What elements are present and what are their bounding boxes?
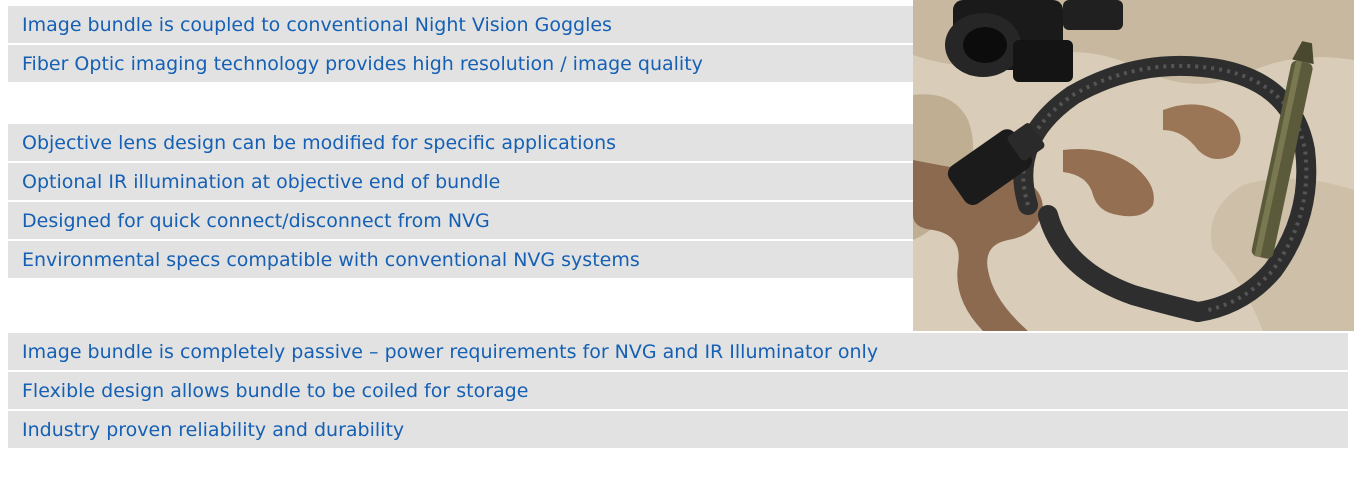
bullet-row: Image bundle is coupled to conventional … [8, 6, 920, 43]
bullet-row: Environmental specs compatible with conv… [8, 241, 920, 278]
bullet-text: Industry proven reliability and durabili… [22, 418, 405, 441]
bullet-text: Optional IR illumination at objective en… [22, 170, 501, 193]
bullet-text: Designed for quick connect/disconnect fr… [22, 209, 490, 232]
bullet-row: Image bundle is completely passive – pow… [8, 333, 1348, 370]
bullet-text: Environmental specs compatible with conv… [22, 248, 640, 271]
bullet-text: Image bundle is completely passive – pow… [22, 340, 879, 363]
bullet-row: Optional IR illumination at objective en… [8, 163, 920, 200]
bullet-row: Flexible design allows bundle to be coil… [8, 372, 1348, 409]
bullet-row: Objective lens design can be modified fo… [8, 124, 920, 161]
bullet-text: Flexible design allows bundle to be coil… [22, 379, 529, 402]
bullet-row: Industry proven reliability and durabili… [8, 411, 1348, 448]
photo-illustration [913, 0, 1354, 331]
goggle-eyepiece [963, 27, 1007, 63]
fiber-optic-bundle-photo [913, 0, 1354, 331]
goggle-housing [1063, 0, 1123, 30]
slide: Image bundle is coupled to conventional … [0, 0, 1356, 492]
bullet-row: Designed for quick connect/disconnect fr… [8, 202, 920, 239]
bullet-text: Objective lens design can be modified fo… [22, 131, 617, 154]
bullet-text: Fiber Optic imaging technology provides … [22, 52, 703, 75]
bullet-text: Image bundle is coupled to conventional … [22, 13, 612, 36]
goggle-mount [1013, 40, 1073, 82]
bullet-row: Fiber Optic imaging technology provides … [8, 45, 920, 82]
